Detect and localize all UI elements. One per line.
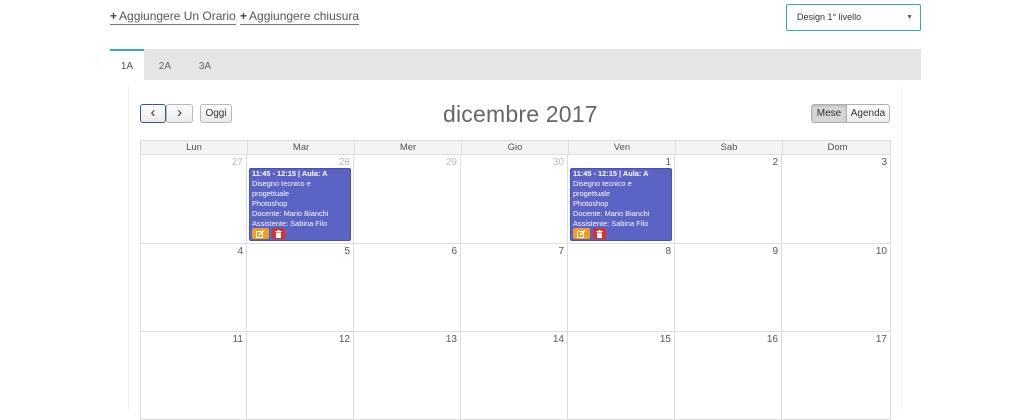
edit-icon [577,229,586,238]
day-cell[interactable]: 13 [354,332,461,420]
day-number: 28 [338,157,350,168]
day-number: 17 [875,334,887,345]
edit-icon [256,229,265,238]
day-cell[interactable]: 12 [247,332,354,420]
chevron-right-icon: › [177,104,182,121]
weekday-lun: Lun [141,141,248,155]
weekday-dom: Dom [827,142,848,153]
next-month-button[interactable]: › [166,104,193,123]
event-time: 11:45 - 12:15 | Aula: A [252,169,328,178]
day-cell[interactable]: 3 [782,155,891,244]
day-number: 10 [875,246,887,257]
day-number: 16 [766,334,778,345]
day-number: 4 [237,246,243,257]
today-button[interactable]: Oggi [200,104,232,123]
weekday-header: Lun Mar Mer Gio Ven Sab Dom [140,140,891,155]
calendar-event[interactable]: 11:45 - 12:15 | Aula: A Disegno tecnico e… [570,168,672,241]
day-number: 14 [552,334,564,345]
tab-2a[interactable]: 2A [154,49,176,80]
day-number: 8 [665,246,671,257]
day-cell[interactable]: 9 [675,244,782,332]
day-number: 12 [338,334,350,345]
day-cell[interactable]: 4 [140,244,247,332]
day-number: 5 [344,246,350,257]
day-number: 29 [445,157,457,168]
add-closure-link[interactable]: + Aggiungere chiusura [240,9,360,25]
calendar-event[interactable]: 11:45 - 12:15 | Aula: A Disegno tecnico e… [249,168,351,241]
delete-event-button[interactable] [272,228,285,239]
day-cell[interactable]: 14 [461,332,568,420]
event-software: Photoshop [252,199,288,208]
add-closure-label: Aggiungere chiusura [249,9,360,23]
delete-event-button[interactable] [593,228,606,239]
day-cell[interactable]: 10 [782,244,891,332]
day-cell[interactable]: 16 [675,332,782,420]
day-cell[interactable]: 27 [140,155,247,244]
day-cell[interactable]: 11 [140,332,247,420]
weekday-mar: Mar [248,141,355,155]
trash-icon [275,229,282,238]
day-number: 13 [445,334,457,345]
add-schedule-link[interactable]: + Aggiungere Un Orario [110,9,236,25]
course-select[interactable]: Design 1° livello ▼ [786,4,921,31]
day-number: 6 [451,246,457,257]
plus-icon: + [240,9,248,23]
weekday-gio: Gio [462,141,569,155]
edit-event-button[interactable] [573,228,590,239]
month-grid: Lun Mar Mer Gio Ven Sab Dom 27 28 29 30 1 2 3 4 5 6 7 8 9 1… [140,140,891,420]
day-cell[interactable]: 8 [568,244,675,332]
class-tabs: 1A 2A 3A [110,49,921,80]
event-subject: Disegno tecnico e progettuale [252,179,311,198]
event-software: Photoshop [573,199,609,208]
day-number: 1 [665,157,671,168]
day-number: 3 [881,157,887,168]
day-cell[interactable]: 30 [461,155,568,244]
day-cell[interactable]: 29 [354,155,461,244]
day-number: 27 [231,157,243,168]
add-schedule-label: Aggiungere Un Orario [119,9,236,23]
day-number: 30 [552,157,564,168]
view-month-button[interactable]: Mese [811,104,847,123]
day-number: 7 [558,246,564,257]
day-cell[interactable]: 17 [782,332,891,420]
calendar-title: dicembre 2017 [443,101,598,127]
chevron-down-icon: ▼ [906,14,913,21]
day-cell[interactable]: 5 [247,244,354,332]
view-agenda-button[interactable]: Agenda [846,104,890,123]
day-cell[interactable]: 6 [354,244,461,332]
prev-month-button[interactable]: ‹ [140,104,166,123]
day-cell[interactable]: 15 [568,332,675,420]
edit-event-button[interactable] [252,228,269,239]
day-number: 15 [659,334,671,345]
day-number: 11 [232,334,243,345]
weekday-mer: Mer [355,141,462,155]
day-number: 2 [772,157,778,168]
day-number: 9 [772,246,778,257]
day-cell[interactable]: 2 [675,155,782,244]
event-time: 11:45 - 12:15 | Aula: A [573,169,649,178]
tab-3a[interactable]: 3A [194,49,216,80]
weekday-sab: Sab [676,141,783,155]
event-teacher: Docente: Mario Bianchi [252,209,329,218]
tab-1a[interactable]: 1A [110,49,144,80]
course-select-value: Design 1° livello [797,12,862,22]
chevron-left-icon: ‹ [150,104,156,121]
event-subject: Disegno tecnico e progettuale [573,179,632,198]
weekday-ven: Ven [569,141,676,155]
plus-icon: + [110,9,118,23]
day-cell[interactable]: 7 [461,244,568,332]
event-teacher: Docente: Mario Bianchi [573,209,650,218]
trash-icon [596,229,603,238]
